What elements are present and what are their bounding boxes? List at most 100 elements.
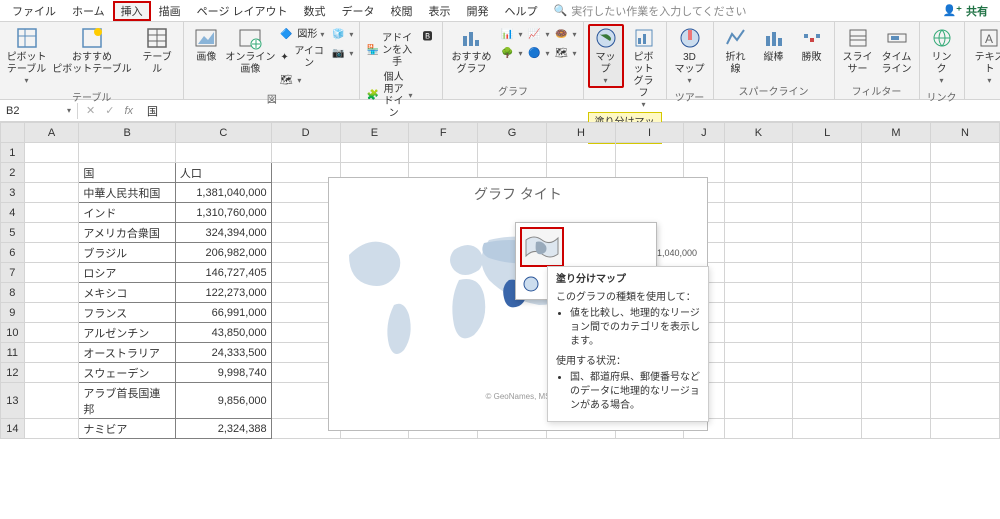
cell-M5[interactable] <box>862 223 931 243</box>
my-addin-button[interactable]: 🧩個人用アドイン▾ <box>364 71 414 121</box>
cell-L1[interactable] <box>793 143 862 163</box>
cell-M10[interactable] <box>862 323 931 343</box>
cell-J1[interactable] <box>684 143 724 163</box>
cell-N6[interactable] <box>931 243 1000 263</box>
menu-home[interactable]: ホーム <box>64 1 113 21</box>
cell-G1[interactable] <box>478 143 547 163</box>
col-header-I[interactable]: I <box>615 123 683 143</box>
cell-L9[interactable] <box>793 303 862 323</box>
row-header-8[interactable]: 8 <box>1 283 25 303</box>
sparkline-winloss-button[interactable]: 勝敗 <box>794 24 830 66</box>
cell-B2[interactable]: 国 <box>79 163 176 183</box>
cell-L7[interactable] <box>793 263 862 283</box>
sparkline-column-button[interactable]: 縦棒 <box>756 24 792 66</box>
cell-B9[interactable]: フランス <box>79 303 176 323</box>
recommend-chart-button[interactable]: おすすめ グラフ <box>447 24 495 78</box>
cell-L13[interactable] <box>793 383 862 419</box>
row-header-3[interactable]: 3 <box>1 183 25 203</box>
cell-B12[interactable]: スウェーデン <box>79 363 176 383</box>
col-header-F[interactable]: F <box>409 123 478 143</box>
screenshot-button[interactable]: 📷▾ <box>328 45 355 63</box>
cell-A6[interactable] <box>24 243 79 263</box>
name-box[interactable]: B2 ▾ <box>0 103 78 119</box>
pivot-table-button[interactable]: ピボット テーブル ▾ <box>4 24 49 88</box>
row-header-6[interactable]: 6 <box>1 243 25 263</box>
cell-A13[interactable] <box>24 383 79 419</box>
menu-view[interactable]: 表示 <box>421 1 459 21</box>
cell-K9[interactable] <box>724 303 793 323</box>
line-chart-button[interactable]: 📈▾ <box>524 26 551 44</box>
cell-B10[interactable]: アルゼンチン <box>79 323 176 343</box>
cell-K1[interactable] <box>724 143 793 163</box>
cell-A11[interactable] <box>24 343 79 363</box>
cell-B14[interactable]: ナミビア <box>79 419 176 439</box>
col-header-E[interactable]: E <box>340 123 409 143</box>
cell-M6[interactable] <box>862 243 931 263</box>
menu-draw[interactable]: 描画 <box>151 1 189 21</box>
cell-C3[interactable]: 1,381,040,000 <box>175 183 271 203</box>
timeline-button[interactable]: タイム ライン <box>879 24 915 78</box>
cell-H1[interactable] <box>546 143 615 163</box>
cell-M8[interactable] <box>862 283 931 303</box>
cell-E1[interactable] <box>340 143 409 163</box>
cell-K14[interactable] <box>724 419 793 439</box>
cell-A12[interactable] <box>24 363 79 383</box>
cell-L6[interactable] <box>793 243 862 263</box>
cell-C1[interactable] <box>175 143 271 163</box>
cell-L5[interactable] <box>793 223 862 243</box>
more-illust-button[interactable]: 🗺▾ <box>276 72 303 90</box>
link-button[interactable]: リン ク▾ <box>924 24 960 88</box>
bing-maps-button[interactable]: 🅱 <box>416 24 438 54</box>
col-header-M[interactable]: M <box>862 123 931 143</box>
cell-I1[interactable] <box>615 143 683 163</box>
cell-C4[interactable]: 1,310,760,000 <box>175 203 271 223</box>
col-header-C[interactable]: C <box>175 123 271 143</box>
cell-L4[interactable] <box>793 203 862 223</box>
surface-chart-button[interactable]: 🗺▾ <box>551 45 578 63</box>
cell-C13[interactable]: 9,856,000 <box>175 383 271 419</box>
cell-A1[interactable] <box>24 143 79 163</box>
cell-K4[interactable] <box>724 203 793 223</box>
cell-C6[interactable]: 206,982,000 <box>175 243 271 263</box>
cell-K3[interactable] <box>724 183 793 203</box>
row-header-13[interactable]: 13 <box>1 383 25 419</box>
col-header-L[interactable]: L <box>793 123 862 143</box>
cell-N1[interactable] <box>931 143 1000 163</box>
table-button[interactable]: テーブル <box>135 24 180 78</box>
col-header-K[interactable]: K <box>724 123 793 143</box>
shapes-button[interactable]: 🔷図形▾ <box>276 26 326 44</box>
cell-F1[interactable] <box>409 143 478 163</box>
cell-N13[interactable] <box>931 383 1000 419</box>
cell-B5[interactable]: アメリカ合衆国 <box>79 223 176 243</box>
row-header-10[interactable]: 10 <box>1 323 25 343</box>
col-header-B[interactable]: B <box>79 123 176 143</box>
cell-C8[interactable]: 122,273,000 <box>175 283 271 303</box>
cell-B1[interactable] <box>79 143 176 163</box>
menu-file[interactable]: ファイル <box>4 1 64 21</box>
menu-help[interactable]: ヘルプ <box>497 1 546 21</box>
cell-A10[interactable] <box>24 323 79 343</box>
menu-review[interactable]: 校閲 <box>383 1 421 21</box>
worksheet-grid[interactable]: ABCDEFGHIJKLMN 12国人口3中華人民共和国1,381,040,00… <box>0 122 1000 519</box>
cell-A2[interactable] <box>24 163 79 183</box>
cell-A4[interactable] <box>24 203 79 223</box>
recommend-pivot-button[interactable]: おすすめ ピボットテーブル <box>51 24 133 78</box>
cell-C7[interactable]: 146,727,405 <box>175 263 271 283</box>
tell-me-search[interactable]: 🔍 実行したい作業を入力してください <box>554 3 747 19</box>
cell-M12[interactable] <box>862 363 931 383</box>
cell-B11[interactable]: オーストラリア <box>79 343 176 363</box>
row-header-4[interactable]: 4 <box>1 203 25 223</box>
cell-K12[interactable] <box>724 363 793 383</box>
select-all-corner[interactable] <box>1 123 25 143</box>
cell-N11[interactable] <box>931 343 1000 363</box>
dropdown-icon[interactable]: ▾ <box>67 106 71 115</box>
col-header-A[interactable]: A <box>24 123 79 143</box>
row-header-14[interactable]: 14 <box>1 419 25 439</box>
cell-M7[interactable] <box>862 263 931 283</box>
formula-input[interactable]: 国 <box>141 101 164 121</box>
picture-button[interactable]: 画像 <box>188 24 224 66</box>
col-header-G[interactable]: G <box>478 123 547 143</box>
cell-M3[interactable] <box>862 183 931 203</box>
filled-map-option[interactable] <box>520 227 564 267</box>
cell-M9[interactable] <box>862 303 931 323</box>
